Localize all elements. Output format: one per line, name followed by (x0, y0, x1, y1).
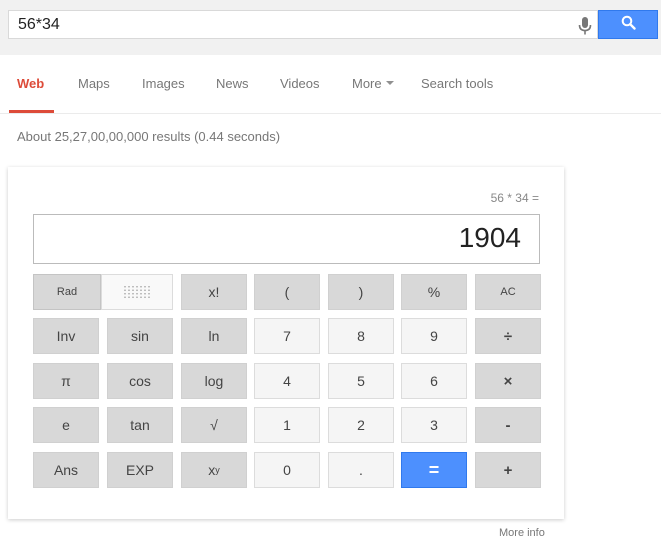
close-paren-label: ) (358, 284, 364, 300)
digit-0-button[interactable]: 0 (254, 452, 320, 488)
tab-images[interactable]: Images (142, 76, 185, 91)
calculator-display: 1904 (33, 214, 540, 264)
microphone-icon[interactable] (577, 16, 593, 36)
calculator-expression: 56 * 34 = (490, 191, 539, 205)
digit-2-button[interactable]: 2 (328, 407, 394, 443)
ln-label: ln (208, 328, 220, 344)
tab-more[interactable]: More (352, 76, 394, 91)
digit-3-label: 3 (430, 417, 438, 433)
more-info-link[interactable]: More info (499, 527, 545, 539)
calculator-card: 56 * 34 = 1904 Rad x! ( ) % AC Inv sin l… (8, 167, 564, 519)
digit-4-label: 4 (283, 373, 291, 389)
search-box[interactable] (8, 10, 598, 39)
magnifier-icon (621, 15, 636, 35)
digit-3-button[interactable]: 3 (401, 407, 467, 443)
calculator-result: 1904 (458, 222, 521, 253)
deg-toggle[interactable] (101, 274, 173, 310)
digit-6-button[interactable]: 6 (401, 363, 467, 399)
multiply-button[interactable]: × (475, 363, 541, 399)
search-input[interactable] (18, 14, 558, 35)
decimal-label: . (359, 462, 363, 478)
rad-label: Rad (56, 286, 78, 298)
plus-button[interactable]: + (475, 452, 541, 488)
tab-videos[interactable]: Videos (280, 76, 320, 91)
ans-label: Ans (53, 462, 79, 478)
percent-button[interactable]: % (401, 274, 467, 310)
digit-7-label: 7 (283, 328, 291, 344)
tab-more-label: More (352, 76, 382, 91)
pi-button[interactable]: π (33, 363, 99, 399)
e-button[interactable]: e (33, 407, 99, 443)
log-label: log (204, 373, 224, 389)
tab-news[interactable]: News (216, 76, 249, 91)
digit-4-button[interactable]: 4 (254, 363, 320, 399)
digit-1-button[interactable]: 1 (254, 407, 320, 443)
equals-label: = (428, 459, 440, 480)
search-header (0, 0, 661, 56)
digit-9-button[interactable]: 9 (401, 318, 467, 354)
tab-maps[interactable]: Maps (78, 76, 110, 91)
sin-button[interactable]: sin (107, 318, 173, 354)
chevron-down-icon (385, 81, 394, 85)
sqrt-button[interactable]: √ (181, 407, 247, 443)
sqrt-label: √ (210, 417, 218, 433)
digit-1-label: 1 (283, 417, 291, 433)
divide-button[interactable]: ÷ (475, 318, 541, 354)
decimal-button[interactable]: . (328, 452, 394, 488)
ln-button[interactable]: ln (181, 318, 247, 354)
toggle-grip-icon (123, 285, 151, 299)
digit-7-button[interactable]: 7 (254, 318, 320, 354)
log-button[interactable]: log (181, 363, 247, 399)
tan-label: tan (130, 417, 150, 433)
digit-2-label: 2 (357, 417, 365, 433)
active-tab-indicator (9, 110, 54, 113)
percent-label: % (427, 284, 441, 300)
close-paren-button[interactable]: ) (328, 274, 394, 310)
cos-label: cos (129, 373, 151, 389)
tab-search-tools[interactable]: Search tools (421, 76, 493, 91)
open-paren-button[interactable]: ( (254, 274, 320, 310)
clear-button[interactable]: AC (475, 274, 541, 310)
plus-label: + (503, 461, 513, 479)
digit-6-label: 6 (430, 373, 438, 389)
ans-button[interactable]: Ans (33, 452, 99, 488)
rad-button[interactable]: Rad (33, 274, 101, 310)
pi-label: π (61, 373, 71, 389)
sin-label: sin (131, 328, 149, 344)
minus-button[interactable]: - (475, 407, 541, 443)
tan-button[interactable]: tan (107, 407, 173, 443)
digit-9-label: 9 (430, 328, 438, 344)
factorial-label: x! (208, 284, 220, 300)
e-label: e (62, 417, 70, 433)
exp-button[interactable]: EXP (107, 452, 173, 488)
inv-button[interactable]: Inv (33, 318, 99, 354)
digit-5-label: 5 (357, 373, 365, 389)
search-button[interactable] (598, 10, 658, 39)
exp-label: EXP (125, 462, 154, 478)
digit-5-button[interactable]: 5 (328, 363, 394, 399)
tab-web[interactable]: Web (17, 76, 44, 91)
open-paren-label: ( (284, 284, 290, 300)
search-tabs: Web Maps Images News Videos More Search … (0, 55, 661, 114)
power-exponent-label: y (215, 465, 220, 475)
digit-8-label: 8 (357, 328, 365, 344)
digit-8-button[interactable]: 8 (328, 318, 394, 354)
cos-button[interactable]: cos (107, 363, 173, 399)
factorial-button[interactable]: x! (181, 274, 247, 310)
divide-label: ÷ (503, 327, 513, 345)
inv-label: Inv (56, 328, 76, 344)
digit-0-label: 0 (283, 462, 291, 478)
clear-label: AC (500, 286, 516, 298)
power-button[interactable]: xy (181, 452, 247, 488)
multiply-label: × (503, 372, 513, 390)
minus-label: - (505, 416, 511, 434)
power-base-label: x (208, 462, 216, 478)
equals-button[interactable]: = (401, 452, 467, 488)
results-stats: About 25,27,00,00,000 results (0.44 seco… (17, 129, 281, 144)
